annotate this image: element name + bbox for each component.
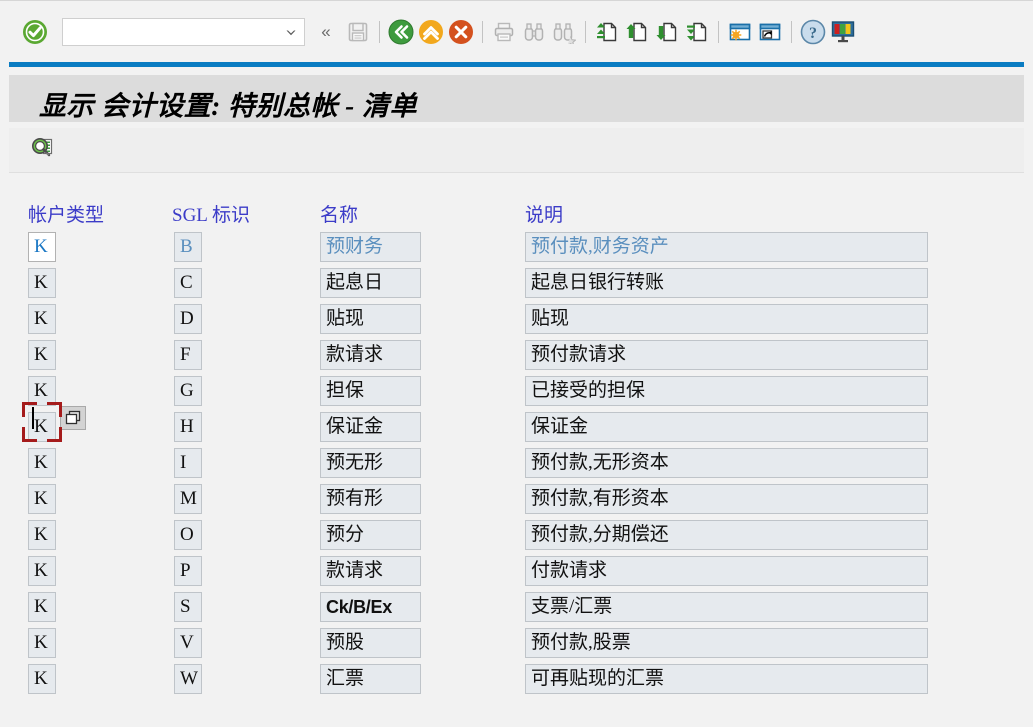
cell-name[interactable]: Ck/B/Ex xyxy=(320,592,421,622)
cell-account_type[interactable]: K xyxy=(28,268,56,298)
cell-account_type[interactable]: K xyxy=(28,520,56,550)
command-field[interactable] xyxy=(62,17,305,46)
cell-account_type[interactable]: K xyxy=(28,340,56,370)
collapse-toolbar-button[interactable]: « xyxy=(315,23,337,40)
cell-name[interactable]: 预分 xyxy=(320,520,421,550)
cell-name[interactable]: 保证金 xyxy=(320,412,421,442)
toolbar-separator xyxy=(585,20,586,43)
cell-sgl_indicator[interactable]: D xyxy=(174,304,202,334)
create-session-icon[interactable] xyxy=(725,17,755,47)
cell-description[interactable]: 已接受的担保 xyxy=(525,376,928,406)
cell-description[interactable]: 保证金 xyxy=(525,412,928,442)
cell-description[interactable]: 预付款,分期偿还 xyxy=(525,520,928,550)
cancel-red-icon[interactable] xyxy=(446,17,476,47)
details-magnifier-icon[interactable] xyxy=(26,132,60,166)
help-question-icon[interactable]: ? xyxy=(798,17,828,47)
cell-name[interactable]: 预有形 xyxy=(320,484,421,514)
column-header-description: 说明 xyxy=(525,205,564,226)
cell-account_type[interactable]: K xyxy=(28,304,56,334)
cell-description[interactable]: 起息日银行转账 xyxy=(525,268,928,298)
multiple-selection-icon[interactable] xyxy=(60,406,86,430)
cell-name[interactable]: 汇票 xyxy=(320,664,421,694)
accent-rule xyxy=(9,62,1024,67)
back-green-icon[interactable] xyxy=(386,17,416,47)
enter-green-check-icon[interactable] xyxy=(20,17,50,47)
toolbar-separator xyxy=(482,20,483,43)
cell-description[interactable]: 预付款,财务资产 xyxy=(525,232,928,262)
cell-name[interactable]: 担保 xyxy=(320,376,421,406)
column-header-sgl-indicator: SGL 标识 xyxy=(172,205,250,226)
save-icon[interactable] xyxy=(343,17,373,47)
previous-page-icon[interactable] xyxy=(622,17,652,47)
toolbar-separator xyxy=(379,20,380,43)
cell-account_type[interactable]: K xyxy=(28,556,56,586)
cell-description[interactable]: 预付款,有形资本 xyxy=(525,484,928,514)
cell-sgl_indicator[interactable]: B xyxy=(174,232,202,262)
toolbar-separator xyxy=(791,20,792,43)
cell-account_type[interactable]: K xyxy=(28,592,56,622)
cell-name[interactable]: 款请求 xyxy=(320,556,421,586)
customize-layout-icon[interactable] xyxy=(828,17,858,47)
title-band: 显示 会计设置: 特别总帐 - 清单 xyxy=(9,75,1024,122)
cell-account_type[interactable]: K xyxy=(28,628,56,658)
cell-name[interactable]: 预财务 xyxy=(320,232,421,262)
cell-description[interactable]: 贴现 xyxy=(525,304,928,334)
cell-sgl_indicator[interactable]: I xyxy=(174,448,202,478)
text-caret xyxy=(32,407,34,429)
cell-description[interactable]: 预付款请求 xyxy=(525,340,928,370)
cell-sgl_indicator[interactable]: C xyxy=(174,268,202,298)
cell-account_type[interactable]: K xyxy=(28,448,56,478)
column-header-name: 名称 xyxy=(320,205,359,226)
next-page-icon[interactable] xyxy=(652,17,682,47)
cell-description[interactable]: 可再贴现的汇票 xyxy=(525,664,928,694)
sgl-indicator-table: 帐户类型 SGL 标识 名称 说明 K B 预财务 预付款,财务资产 K C 起息日 起息日银… xyxy=(0,176,1033,727)
cell-description[interactable]: 付款请求 xyxy=(525,556,928,586)
page-title: 显示 会计设置: 特别总帐 - 清单 xyxy=(39,91,417,121)
toolbar-separator xyxy=(718,20,719,43)
cell-description[interactable]: 预付款,无形资本 xyxy=(525,448,928,478)
cell-sgl_indicator[interactable]: S xyxy=(174,592,202,622)
create-shortcut-icon[interactable] xyxy=(755,17,785,47)
cell-description[interactable]: 预付款,股票 xyxy=(525,628,928,658)
cell-name[interactable]: 预股 xyxy=(320,628,421,658)
cell-account_type[interactable]: K xyxy=(28,484,56,514)
command-input[interactable] xyxy=(63,18,304,45)
cell-sgl_indicator[interactable]: V xyxy=(174,628,202,658)
main-toolbar: « ? xyxy=(0,0,1033,62)
cell-account_type[interactable]: K xyxy=(28,232,56,262)
svg-text:?: ? xyxy=(809,25,817,42)
binoculars-icon[interactable] xyxy=(519,17,549,47)
column-header-account-type: 帐户类型 xyxy=(28,205,105,226)
cell-sgl_indicator[interactable]: M xyxy=(174,484,202,514)
cell-name[interactable]: 贴现 xyxy=(320,304,421,334)
printer-icon[interactable] xyxy=(489,17,519,47)
cell-sgl_indicator[interactable]: P xyxy=(174,556,202,586)
application-toolbar xyxy=(9,128,1024,173)
cell-sgl_indicator[interactable]: G xyxy=(174,376,202,406)
cell-sgl_indicator[interactable]: O xyxy=(174,520,202,550)
exit-yellow-icon[interactable] xyxy=(416,17,446,47)
cell-sgl_indicator[interactable]: F xyxy=(174,340,202,370)
cell-name[interactable]: 款请求 xyxy=(320,340,421,370)
cell-account_type[interactable]: K xyxy=(28,376,56,406)
first-page-icon[interactable] xyxy=(592,17,622,47)
cell-sgl_indicator[interactable]: H xyxy=(174,412,202,442)
cell-account_type[interactable]: K xyxy=(28,664,56,694)
cell-name[interactable]: 起息日 xyxy=(320,268,421,298)
cell-sgl_indicator[interactable]: W xyxy=(174,664,202,694)
cell-description[interactable]: 支票/汇票 xyxy=(525,592,928,622)
last-page-icon[interactable] xyxy=(682,17,712,47)
binoculars-plus-icon[interactable] xyxy=(549,17,579,47)
cell-name[interactable]: 预无形 xyxy=(320,448,421,478)
